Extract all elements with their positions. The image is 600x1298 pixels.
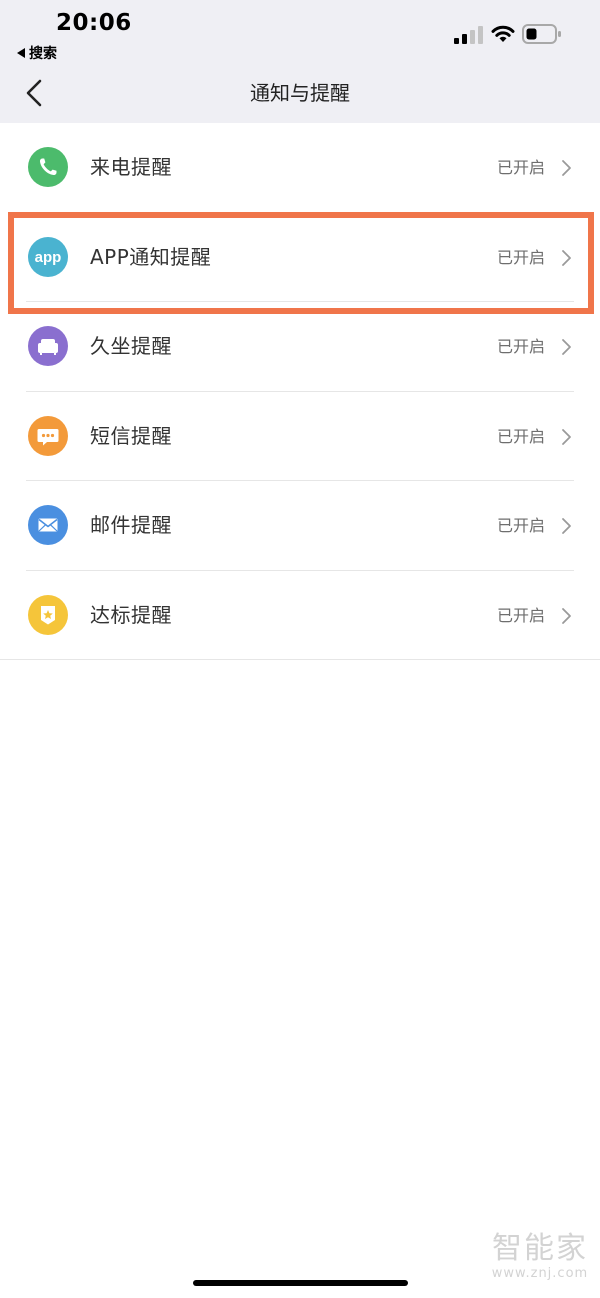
watermark-url: www.znj.com: [491, 1266, 589, 1281]
status-time: 20:06: [56, 10, 132, 36]
badge-star-icon: [28, 594, 68, 635]
status-text: 已开启: [496, 516, 545, 535]
message-icon: [28, 415, 68, 456]
list-item-call-reminder[interactable]: 来电提醒 已开启: [0, 123, 600, 213]
settings-list: 来电提醒 已开启 app APP通知提醒 已开启 久坐提醒 已开启 短信提醒 已…: [0, 123, 600, 660]
watermark: 智能家 www.znj.com: [488, 1232, 592, 1282]
cellular-signal-icon: [454, 26, 483, 44]
battery-icon: [522, 24, 561, 44]
chevron-right-icon: [562, 428, 571, 445]
status-text: 已开启: [496, 426, 545, 446]
list-item-app-notification[interactable]: app APP通知提醒 已开启: [0, 213, 600, 302]
chevron-right-icon: [562, 339, 571, 355]
status-text: 已开启: [496, 337, 545, 356]
status-text: 已开启: [496, 247, 545, 267]
list-item-label: 短信提醒: [90, 423, 172, 448]
back-triangle-icon: [17, 48, 25, 58]
list-item-label: 来电提醒: [90, 155, 172, 179]
chevron-right-icon: [562, 518, 571, 534]
list-item-mail-reminder[interactable]: 邮件提醒 已开启: [0, 481, 600, 571]
list-item-label: 邮件提醒: [90, 513, 172, 537]
phone-icon: [28, 147, 68, 187]
divider: [0, 659, 600, 660]
chevron-right-icon: [562, 249, 571, 266]
app-icon: app: [28, 236, 68, 277]
home-indicator[interactable]: [193, 1280, 408, 1286]
mail-icon: [28, 505, 68, 545]
top-area: 20:06 搜索 通知与提醒: [0, 0, 600, 123]
list-item-sms-reminder[interactable]: 短信提醒 已开启: [0, 392, 600, 481]
sofa-icon: [28, 326, 68, 366]
status-text: 已开启: [496, 158, 545, 177]
list-item-label: 久坐提醒: [90, 334, 172, 358]
list-item-label: 达标提醒: [90, 602, 172, 627]
list-item-label: APP通知提醒: [90, 244, 212, 269]
list-item-goal-reminder[interactable]: 达标提醒 已开启: [0, 571, 600, 660]
chevron-right-icon: [562, 160, 571, 176]
svg-text:app: app: [35, 249, 62, 266]
wifi-icon: [491, 25, 515, 42]
status-text: 已开启: [496, 605, 545, 625]
back-to-app-link[interactable]: 搜索: [17, 43, 57, 63]
chevron-right-icon: [562, 607, 571, 624]
list-item-sedentary-reminder[interactable]: 久坐提醒 已开启: [0, 302, 600, 392]
watermark-brand: 智能家: [492, 1231, 588, 1266]
back-to-app-label: 搜索: [29, 46, 57, 62]
page-title: 通知与提醒: [250, 81, 350, 105]
